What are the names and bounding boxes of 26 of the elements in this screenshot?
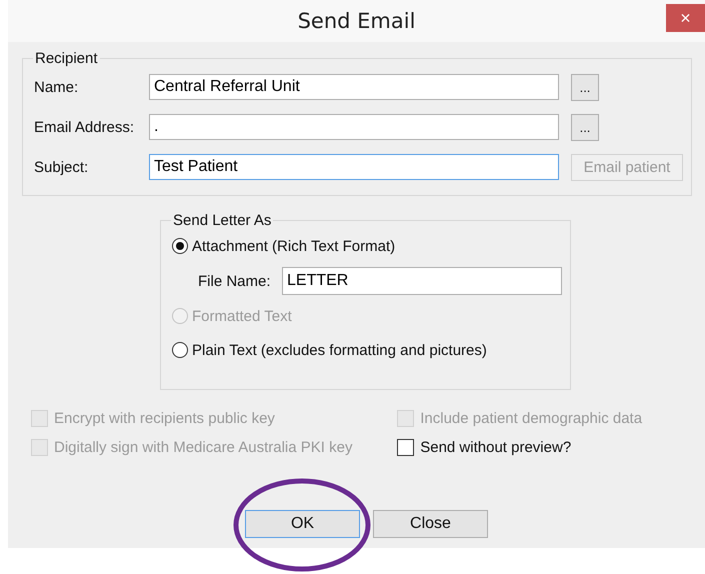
field-label: File Name: <box>198 272 272 290</box>
checkbox-label: Include patient demographic data <box>420 410 642 427</box>
radio-button[interactable] <box>172 238 188 254</box>
input-field[interactable]: Central Referral Unit <box>149 74 559 100</box>
group-label: Recipient <box>34 50 99 67</box>
close-button[interactable]: × <box>666 4 705 32</box>
checkbox-label: Digitally sign with Medicare Australia PKI key <box>54 439 352 456</box>
checkbox[interactable] <box>397 439 414 456</box>
radio-label: Formatted Text <box>192 308 292 324</box>
field-label: Name: <box>34 78 80 96</box>
browse-button[interactable]: ... <box>571 114 599 140</box>
group-label: Send Letter As <box>172 212 272 229</box>
radio-label: Plain Text (excludes formatting and pictures) <box>192 342 487 358</box>
input-field[interactable]: LETTER <box>282 267 562 295</box>
ok-button[interactable]: OK <box>245 510 360 538</box>
window-title: Send Email <box>298 9 416 33</box>
field-label: Subject: <box>34 158 90 176</box>
radio-button[interactable] <box>172 342 188 358</box>
checkbox-label: Encrypt with recipients public key <box>54 410 275 427</box>
input-field[interactable]: Test Patient <box>149 154 559 180</box>
close-dialog-button[interactable]: Close <box>373 510 488 538</box>
browse-button[interactable]: ... <box>571 74 599 100</box>
input-field[interactable]: . <box>149 114 559 140</box>
checkbox-label: Send without preview? <box>420 439 572 456</box>
radio-label: Attachment (Rich Text Format) <box>192 238 396 254</box>
field-label: Email Address: <box>34 118 136 136</box>
